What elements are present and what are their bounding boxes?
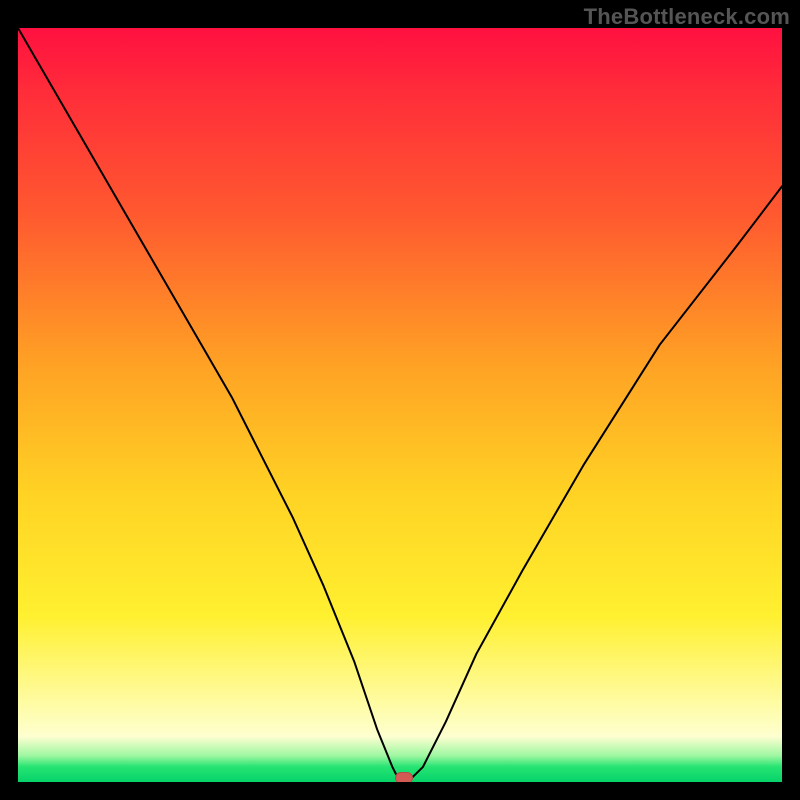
bottleneck-curve bbox=[18, 28, 782, 782]
chart-frame: TheBottleneck.com bbox=[0, 0, 800, 800]
optimal-point-marker bbox=[395, 772, 413, 782]
plot-area bbox=[18, 28, 782, 782]
watermark-text: TheBottleneck.com bbox=[584, 4, 790, 30]
